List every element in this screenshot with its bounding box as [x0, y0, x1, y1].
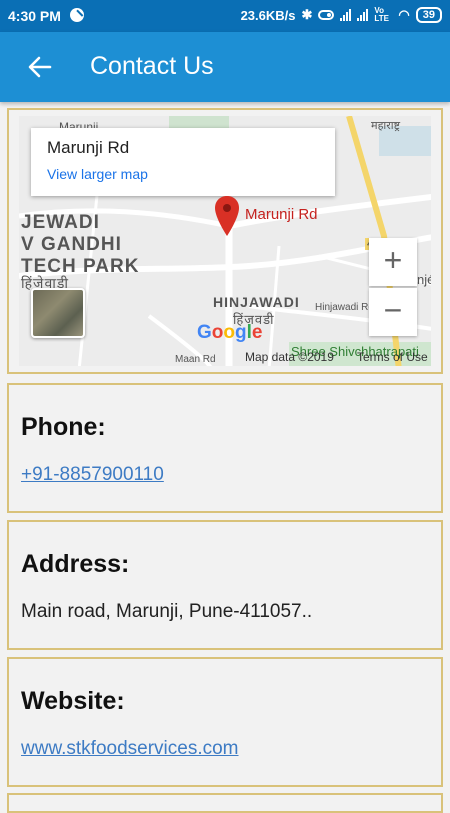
map-area-label: HINJAWADI	[213, 294, 300, 310]
map-card: JEWADI V GANDHI TECH PARK HINJAWADI हिंज…	[7, 108, 443, 374]
address-text: Main road, Marunji, Pune-411057..	[21, 601, 313, 622]
phone-link[interactable]: +91-8857900110	[21, 464, 429, 486]
website-heading: Website:	[21, 687, 125, 715]
battery-icon: 39	[415, 7, 442, 23]
signal-icon-1	[340, 9, 352, 21]
do-not-disturb-icon	[70, 8, 84, 22]
map-road-label: Maan Rd	[175, 354, 216, 365]
zoom-out-button[interactable]: −	[369, 288, 417, 336]
map-right-label: njé	[417, 272, 431, 287]
google-logo: Google	[197, 322, 263, 343]
embedded-map[interactable]: JEWADI V GANDHI TECH PARK HINJAWADI हिंज…	[19, 116, 431, 366]
street-view-thumbnail[interactable]	[31, 288, 85, 338]
signal-icon-2	[357, 9, 369, 21]
map-attribution: Map data ©2019	[245, 350, 334, 364]
data-saver-icon	[318, 10, 335, 20]
next-card	[7, 793, 443, 813]
address-heading: Address:	[21, 550, 130, 578]
zoom-in-button[interactable]: +	[369, 238, 417, 286]
volte-icon: Vo LTE	[374, 6, 389, 23]
map-road-label: Hinjawadi Rd	[315, 302, 374, 313]
bluetooth-icon: ✱	[301, 7, 313, 22]
website-card: Website: www.stkfoodservices.com	[7, 657, 443, 787]
website-link[interactable]: www.stkfoodservices.com	[21, 738, 429, 760]
phone-card: Phone: +91-8857900110	[7, 383, 443, 513]
app-bar: Contact Us	[0, 32, 450, 102]
phone-heading: Phone:	[21, 413, 106, 441]
page-title: Contact Us	[90, 52, 214, 80]
map-place-name: Marunji Rd	[47, 138, 130, 157]
status-time: 4:30 PM	[8, 8, 61, 24]
map-area-label: V GANDHI	[21, 234, 122, 255]
map-top-label: महाराष्ट्र	[371, 120, 401, 132]
network-speed: 23.6KB/s	[240, 7, 296, 23]
map-terms-link[interactable]: Terms of Use	[357, 350, 428, 364]
map-pin-icon[interactable]	[215, 196, 239, 236]
status-bar: 4:30 PM 23.6KB/s ✱ Vo LTE ◠ 39	[0, 0, 450, 32]
map-area-label: JEWADI	[21, 212, 100, 233]
map-info-window: Marunji Rd View larger map	[31, 128, 335, 196]
address-card: Address: Main road, Marunji, Pune-411057…	[7, 520, 443, 650]
arrow-left-icon[interactable]	[28, 56, 52, 78]
wifi-icon: ◠	[398, 7, 410, 22]
map-pin-label: Marunji Rd	[245, 206, 318, 223]
view-larger-map-link[interactable]: View larger map	[47, 166, 319, 182]
status-icons: 23.6KB/s ✱ Vo LTE ◠ 39	[241, 7, 442, 23]
